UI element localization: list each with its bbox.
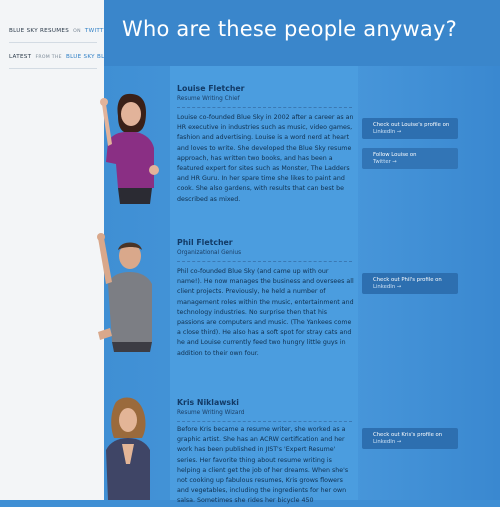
person-name: Louise Fletcher bbox=[177, 84, 245, 93]
button-title: Check out Phil's profile on bbox=[373, 277, 442, 283]
linkedin-profile-button[interactable]: Check out Phil's profile on LinkedIn → bbox=[362, 273, 458, 294]
phil-photo bbox=[97, 233, 152, 352]
person-bio: Phil co-founded Blue Sky (and came up wi… bbox=[177, 268, 354, 357]
person-role: Resume Writing Wizard bbox=[177, 410, 245, 416]
button-title: Follow Louise on bbox=[373, 152, 417, 158]
sidebar: Blue Sky Resumes on Twitter Latest from … bbox=[0, 0, 113, 500]
linkedin-profile-button[interactable]: Check out Louise's profile on LinkedIn → bbox=[362, 118, 458, 139]
person-name: Kris Niklawski bbox=[177, 398, 239, 407]
person-role: Resume Writing Chief bbox=[177, 96, 240, 102]
kris-photo bbox=[106, 397, 150, 500]
louise-photo bbox=[100, 93, 159, 204]
twitter-link-connector: on bbox=[73, 29, 81, 34]
sidebar-divider bbox=[9, 68, 97, 69]
divider bbox=[177, 261, 352, 262]
blog-link[interactable]: Latest from the Blue Sky Blog bbox=[9, 54, 114, 60]
button-title: Check out Louise's profile on bbox=[373, 122, 450, 128]
person-bio: Louise co-founded Blue Sky in 2002 after… bbox=[177, 114, 354, 203]
twitter-link[interactable]: Blue Sky Resumes on Twitter bbox=[9, 28, 112, 34]
linkedin-profile-button[interactable]: Check out Kris's profile on LinkedIn → bbox=[362, 428, 458, 449]
button-sub: LinkedIn → bbox=[373, 129, 402, 135]
button-sub: Twitter → bbox=[373, 159, 397, 165]
blog-link-connector: from the bbox=[35, 55, 62, 60]
twitter-link-label[interactable]: Blue Sky Resumes bbox=[9, 28, 69, 34]
button-sub: LinkedIn → bbox=[373, 284, 402, 290]
person-role: Organizational Genius bbox=[177, 250, 242, 256]
divider bbox=[177, 107, 352, 108]
blog-link-label[interactable]: Latest bbox=[9, 54, 31, 60]
sidebar-divider bbox=[9, 42, 97, 43]
divider bbox=[177, 421, 352, 422]
page-title: Who are these people anyway? bbox=[122, 17, 457, 41]
button-sub: LinkedIn → bbox=[373, 439, 402, 445]
button-title: Check out Kris's profile on bbox=[373, 432, 443, 438]
person-bio: Before Kris became a resume writer, she … bbox=[177, 426, 349, 505]
person-name: Phil Fletcher bbox=[177, 238, 233, 247]
twitter-follow-button[interactable]: Follow Louise on Twitter → bbox=[362, 148, 458, 169]
